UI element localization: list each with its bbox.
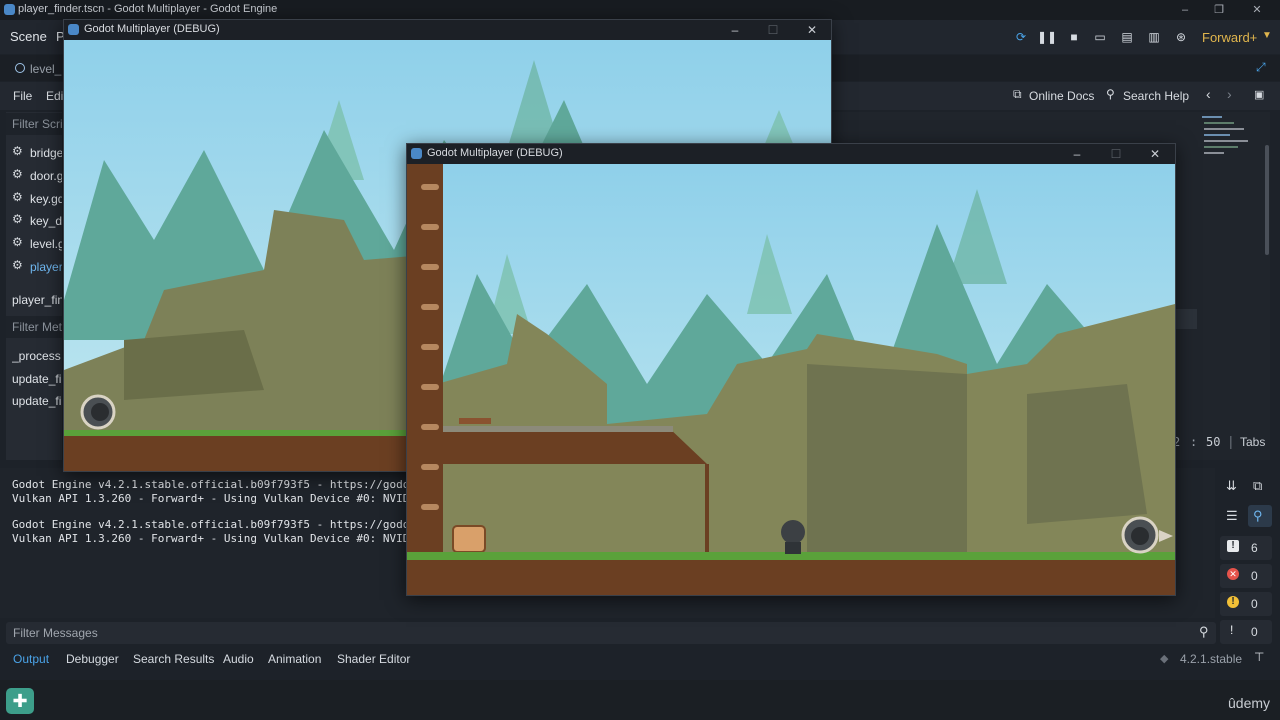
- output-line: Vulkan API 1.3.260 - Forward+ - Using Vu…: [12, 492, 423, 505]
- warning-icon: !: [1227, 596, 1239, 608]
- filter-messages-placeholder: Filter Messages: [13, 626, 98, 640]
- message-icon: !: [1227, 540, 1239, 552]
- game-maximize-button[interactable]: ☐: [758, 20, 788, 40]
- message-count: 6: [1251, 541, 1258, 555]
- tab-debugger[interactable]: Debugger: [66, 652, 119, 666]
- tab-output[interactable]: Output: [13, 652, 49, 666]
- code-scrollbar[interactable]: [1265, 145, 1269, 255]
- filter-search-icon: ⚲: [1199, 624, 1209, 639]
- filter-messages-field[interactable]: [6, 622, 1216, 644]
- tab-audio[interactable]: Audio: [223, 652, 254, 666]
- edit-menu[interactable]: Edi: [46, 89, 63, 103]
- search-help-button[interactable]: Search Help: [1123, 89, 1189, 103]
- output-line: Vulkan API 1.3.260 - Forward+ - Using Vu…: [12, 532, 423, 545]
- cursor-position: 50: [1206, 435, 1221, 449]
- window-title: player_finder.tscn - Godot Multiplayer -…: [18, 3, 278, 15]
- taskbar: [0, 680, 1280, 720]
- script-item-selected[interactable]: player: [30, 260, 62, 274]
- search-icon: ⚲: [1253, 508, 1263, 523]
- game-window-titlebar: Godot Multiplayer (DEBUG) – ☐ ✕: [407, 144, 1175, 164]
- game-close-button[interactable]: ✕: [797, 20, 827, 40]
- status-divider: |: [1229, 433, 1233, 449]
- godot-logo-icon: [411, 148, 422, 159]
- game-close-button[interactable]: ✕: [1140, 144, 1170, 164]
- run-scene-icon[interactable]: ▤: [1117, 30, 1137, 46]
- app-launcher-icon[interactable]: ✚: [6, 688, 34, 714]
- script-item[interactable]: key_do: [30, 214, 62, 228]
- filter-info-toggle[interactable]: [1220, 620, 1272, 644]
- game-maximize-button[interactable]: ☐: [1101, 144, 1131, 164]
- online-docs-button[interactable]: Online Docs: [1029, 89, 1094, 103]
- minimap[interactable]: [1198, 112, 1260, 182]
- filter-methods-placeholder: Filter Met: [12, 320, 62, 334]
- game-window-title: Godot Multiplayer (DEBUG): [84, 23, 220, 35]
- tab-shader-editor[interactable]: Shader Editor: [337, 652, 410, 666]
- window-titlebar: player_finder.tscn - Godot Multiplayer -…: [0, 0, 1280, 20]
- pause-icon[interactable]: ❚❚: [1037, 30, 1057, 46]
- renderer-selector[interactable]: Forward+: [1202, 30, 1257, 45]
- game-minimize-button[interactable]: –: [720, 20, 750, 40]
- godot-logo-icon: [68, 24, 79, 35]
- game-window-title: Godot Multiplayer (DEBUG): [427, 147, 563, 159]
- game-viewport[interactable]: [407, 164, 1175, 595]
- cursor-sep: :: [1190, 435, 1198, 449]
- game-window-2[interactable]: Godot Multiplayer (DEBUG) – ☐ ✕: [406, 143, 1176, 596]
- run-custom-scene-icon[interactable]: ▥: [1144, 30, 1164, 46]
- history-forward-icon[interactable]: ›: [1227, 86, 1232, 102]
- collapse-icon[interactable]: ☰: [1226, 508, 1238, 524]
- tab-animation[interactable]: Animation: [268, 652, 321, 666]
- minimize-button[interactable]: –: [1166, 0, 1204, 20]
- game-window-titlebar: Godot Multiplayer (DEBUG) – ☐ ✕: [64, 20, 831, 40]
- renderer-dropdown-icon[interactable]: ▼: [1262, 30, 1272, 41]
- code-line-highlight: [1175, 309, 1197, 329]
- history-back-icon[interactable]: ‹: [1206, 86, 1211, 102]
- stop-icon[interactable]: ■: [1064, 30, 1084, 46]
- script-item[interactable]: key.gd: [30, 192, 62, 206]
- script-gear-icon: ⚙: [12, 144, 23, 158]
- external-link-icon: ⧉: [1013, 87, 1022, 101]
- script-gear-icon: ⚙: [12, 167, 23, 181]
- current-file-label: player_fin: [12, 293, 62, 307]
- tab-search-results[interactable]: Search Results: [133, 652, 214, 666]
- info-count: 0: [1251, 625, 1258, 639]
- version-label: 4.2.1.stable: [1180, 652, 1243, 666]
- menu-scene[interactable]: Scene: [10, 29, 47, 44]
- error-count: 0: [1251, 569, 1258, 583]
- toggle-panel-icon[interactable]: ▣: [1254, 88, 1264, 101]
- info-icon: ǃ: [1230, 623, 1234, 637]
- script-gear-icon: ⚙: [12, 212, 23, 226]
- indent-mode[interactable]: Tabs: [1240, 435, 1265, 449]
- copy-output-icon[interactable]: ⧉: [1253, 478, 1262, 494]
- movie-maker-icon[interactable]: ⊛: [1171, 30, 1191, 46]
- search-help-icon: ⚲: [1106, 87, 1115, 101]
- error-icon: ✕: [1227, 568, 1239, 580]
- distraction-free-icon[interactable]: ⤢: [1256, 60, 1266, 75]
- method-item[interactable]: _process: [12, 349, 62, 363]
- filter-scripts-placeholder: Filter Scri: [12, 117, 63, 131]
- method-item[interactable]: update_fi: [12, 394, 62, 408]
- output-line: Godot Engine v4.2.1.stable.official.b09f…: [12, 478, 423, 491]
- clear-output-icon[interactable]: ⇊: [1226, 478, 1237, 494]
- remote-debug-icon[interactable]: ▭: [1090, 30, 1110, 46]
- reload-icon[interactable]: ⟳: [1011, 30, 1031, 46]
- script-item[interactable]: level.g: [30, 237, 62, 251]
- game-minimize-button[interactable]: –: [1062, 144, 1092, 164]
- script-item[interactable]: bridge: [30, 146, 62, 160]
- script-gear-icon: ⚙: [12, 258, 23, 272]
- udemy-brand: ûdemy: [1228, 695, 1271, 711]
- warning-count: 0: [1251, 597, 1258, 611]
- maximize-button[interactable]: ❐: [1200, 0, 1238, 20]
- scene-tab-icon: [15, 63, 25, 73]
- godot-logo-icon: [4, 4, 15, 15]
- close-button[interactable]: ✕: [1238, 0, 1276, 20]
- update-spinner-icon: ◆: [1160, 653, 1169, 665]
- output-line: Godot Engine v4.2.1.stable.official.b09f…: [12, 518, 423, 531]
- file-menu[interactable]: File: [13, 89, 32, 103]
- script-gear-icon: ⚙: [12, 235, 23, 249]
- scene-tab-level[interactable]: level_: [30, 62, 61, 76]
- expand-panel-icon[interactable]: ⊤: [1254, 650, 1264, 664]
- script-gear-icon: ⚙: [12, 190, 23, 204]
- method-item[interactable]: update_fi: [12, 372, 62, 386]
- script-item[interactable]: door.g: [30, 169, 62, 183]
